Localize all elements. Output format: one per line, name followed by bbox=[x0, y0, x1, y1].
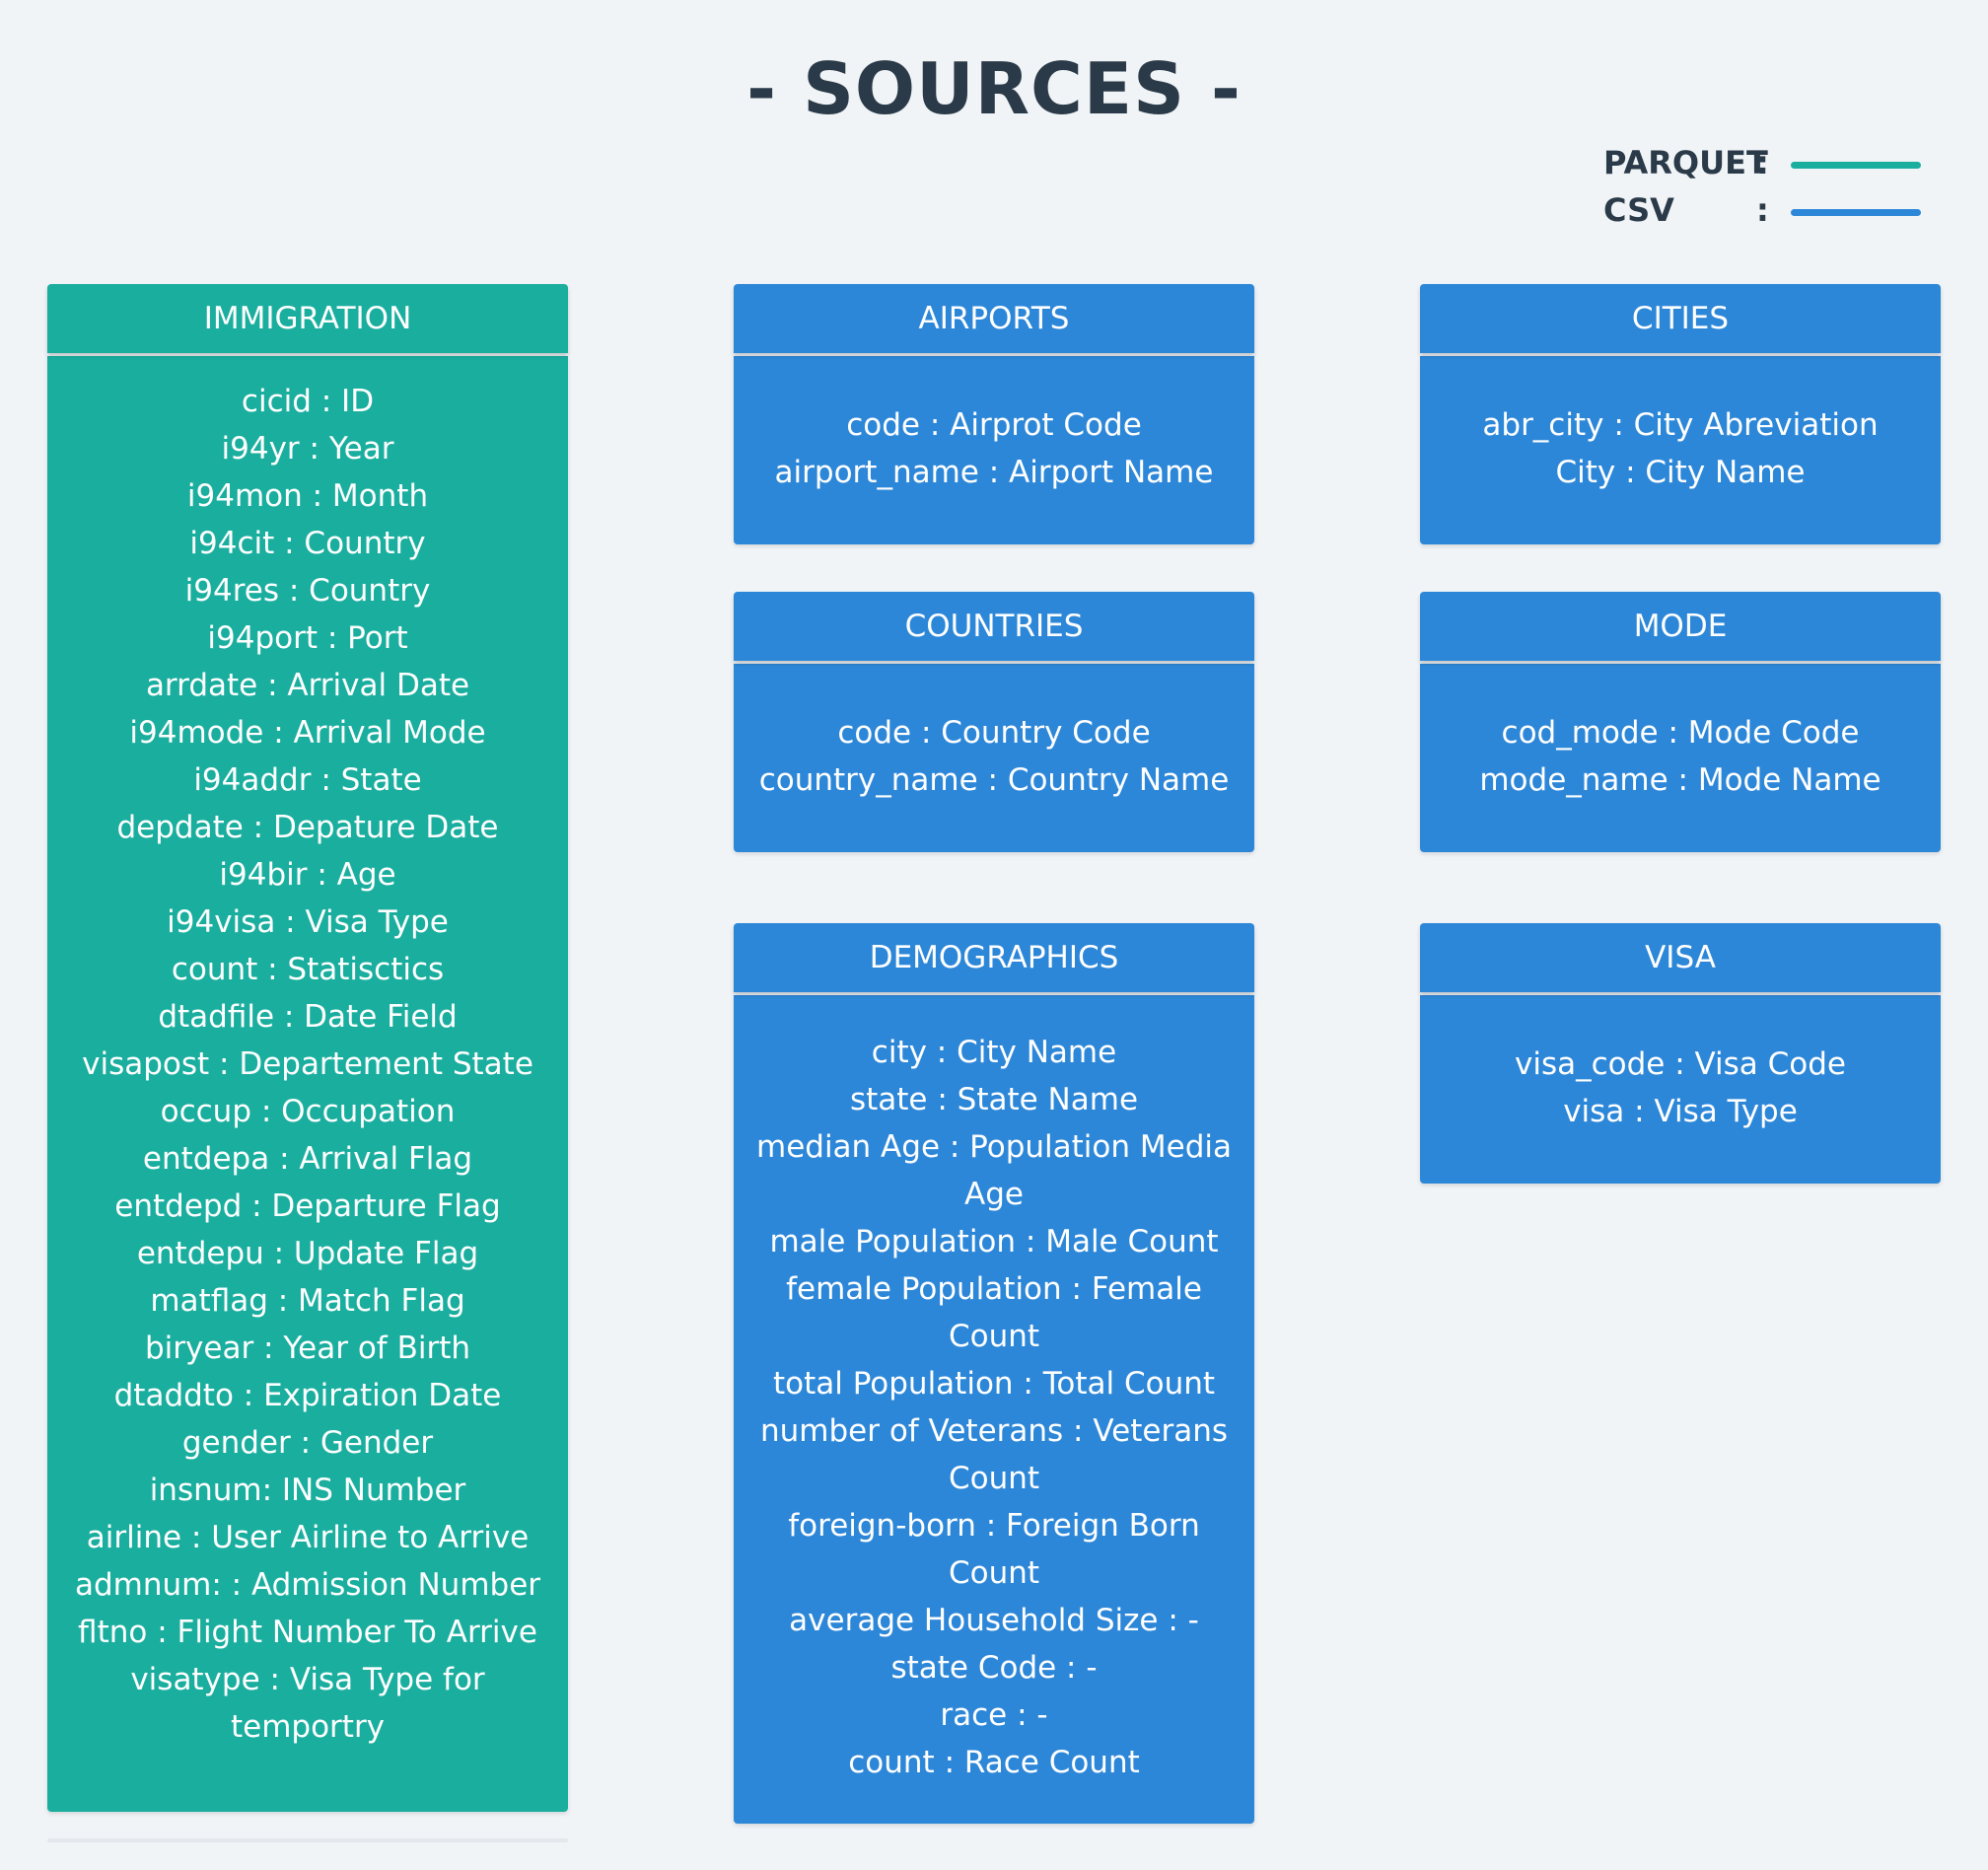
entity-field: male Population : Male Count bbox=[769, 1224, 1219, 1259]
entity-field: matflag : Match Flag bbox=[150, 1283, 465, 1319]
entity-shadow bbox=[47, 1838, 568, 1842]
entity-field: count : Statisctics bbox=[171, 952, 445, 987]
entity-fields: visa_code : Visa Code visa : Visa Type bbox=[1420, 995, 1941, 1184]
entity-field: entdepu : Update Flag bbox=[136, 1236, 479, 1271]
legend-colon: : bbox=[1756, 191, 1769, 229]
entity-field: total Population : Total Count bbox=[772, 1366, 1216, 1402]
page-title: - SOURCES - bbox=[746, 47, 1242, 130]
entity-field: abr_city : City Abreviation bbox=[1482, 407, 1879, 443]
entity-field: i94port : Port bbox=[207, 620, 408, 656]
entity-field: airport_name : Airport Name bbox=[774, 455, 1214, 490]
entity-fields: cod_mode : Mode Code mode_name : Mode Nam… bbox=[1420, 664, 1941, 852]
entity-field: code : Airprot Code bbox=[846, 407, 1142, 443]
entity-header: COUNTRIES bbox=[734, 592, 1254, 661]
entity-field: country_name : Country Name bbox=[758, 762, 1230, 798]
entity-header: CITIES bbox=[1420, 284, 1941, 353]
entity-field: visatype : Visa Type for temportry bbox=[130, 1662, 485, 1745]
entity-field: number of Veterans : Veterans Count bbox=[759, 1413, 1228, 1496]
entity-header: IMMIGRATION bbox=[47, 284, 568, 353]
entity-field: occup : Occupation bbox=[160, 1094, 456, 1129]
entity-field: median Age : Population Media Age bbox=[756, 1129, 1232, 1212]
legend-line-parquet bbox=[1791, 162, 1921, 169]
entity-field: code : Country Code bbox=[837, 715, 1151, 751]
entity-header: DEMOGRAPHICS bbox=[734, 923, 1254, 992]
entity-countries: COUNTRIES code : Country Code country_nam… bbox=[734, 592, 1254, 852]
entity-field: cicid : ID bbox=[241, 384, 375, 419]
entity-field: depdate : Depature Date bbox=[116, 810, 499, 845]
entity-header: AIRPORTS bbox=[734, 284, 1254, 353]
entity-field: visa_code : Visa Code bbox=[1514, 1046, 1847, 1082]
format-legend: PARQUET : CSV : bbox=[1603, 142, 1929, 237]
entity-immigration: IMMIGRATION cicid : ID i94yr : Year i94mon… bbox=[47, 284, 568, 1812]
entity-field: entdepa : Arrival Flag bbox=[142, 1141, 473, 1177]
entity-field: foreign-born : Foreign Born Count bbox=[788, 1508, 1200, 1591]
entity-field: average Household Size : - bbox=[789, 1603, 1199, 1638]
entity-fields: city : City Name state : State Name median… bbox=[734, 995, 1254, 1824]
entity-field: state : State Name bbox=[849, 1082, 1139, 1117]
entity-field: i94bir : Age bbox=[219, 857, 396, 893]
entity-field: gender : Gender bbox=[181, 1425, 434, 1461]
entity-field: mode_name : Mode Name bbox=[1479, 762, 1882, 798]
entity-field: i94visa : Visa Type bbox=[167, 904, 449, 940]
entity-field: airline : User Airline to Arrive bbox=[86, 1520, 530, 1555]
entity-fields: code : Country Code country_name : Countr… bbox=[734, 664, 1254, 852]
entity-header: MODE bbox=[1420, 592, 1941, 661]
entity-field: i94addr : State bbox=[193, 762, 422, 798]
entity-field: City : City Name bbox=[1555, 455, 1806, 490]
entity-field: visapost : Departement State bbox=[82, 1046, 533, 1082]
legend-item-parquet: PARQUET : bbox=[1603, 142, 1929, 189]
entity-field: i94mode : Arrival Mode bbox=[129, 715, 486, 751]
entity-fields: cicid : ID i94yr : Year i94mon : Month i94c… bbox=[47, 356, 568, 1812]
entity-field: dtaddto : Expiration Date bbox=[113, 1378, 502, 1413]
entity-mode: MODE cod_mode : Mode Code mode_name : Mod… bbox=[1420, 592, 1941, 852]
entity-field: dtadfile : Date Field bbox=[158, 999, 458, 1035]
entity-field: count : Race Count bbox=[848, 1745, 1140, 1780]
entity-field: cod_mode : Mode Code bbox=[1501, 715, 1860, 751]
entity-field: race : - bbox=[940, 1697, 1048, 1733]
entity-airports: AIRPORTS code : Airprot Code airport_name… bbox=[734, 284, 1254, 544]
entity-field: city : City Name bbox=[871, 1035, 1117, 1070]
entity-field: i94cit : Country bbox=[189, 526, 426, 561]
entity-fields: abr_city : City Abreviation City : City N… bbox=[1420, 356, 1941, 544]
legend-line-csv bbox=[1791, 209, 1921, 216]
entity-field: fltno : Flight Number To Arrive bbox=[78, 1615, 537, 1650]
entity-field: entdepd : Departure Flag bbox=[114, 1188, 501, 1224]
entity-field: insnum: INS Number bbox=[149, 1473, 466, 1508]
entity-field: biryear : Year of Birth bbox=[145, 1331, 470, 1366]
entity-field: state Code : - bbox=[890, 1650, 1098, 1686]
entity-field: i94yr : Year bbox=[221, 431, 394, 467]
entity-field: i94mon : Month bbox=[186, 478, 429, 514]
entity-visa: VISA visa_code : Visa Code visa : Visa Ty… bbox=[1420, 923, 1941, 1184]
entity-header: VISA bbox=[1420, 923, 1941, 992]
entity-field: i94res : Country bbox=[184, 573, 431, 609]
entity-fields: code : Airprot Code airport_name : Airpor… bbox=[734, 356, 1254, 544]
entity-cities: CITIES abr_city : City Abreviation City :… bbox=[1420, 284, 1941, 544]
legend-colon: : bbox=[1756, 144, 1769, 181]
legend-item-csv: CSV : bbox=[1603, 189, 1929, 237]
entity-demographics: DEMOGRAPHICS city : City Name state : Sta… bbox=[734, 923, 1254, 1824]
legend-label: CSV bbox=[1603, 191, 1674, 229]
entity-field: female Population : Female Count bbox=[786, 1271, 1202, 1354]
entity-field: visa : Visa Type bbox=[1563, 1094, 1798, 1129]
legend-label: PARQUET bbox=[1603, 144, 1768, 181]
entity-field: arrdate : Arrival Date bbox=[145, 668, 470, 703]
entity-field: admnum: : Admission Number bbox=[74, 1567, 541, 1603]
